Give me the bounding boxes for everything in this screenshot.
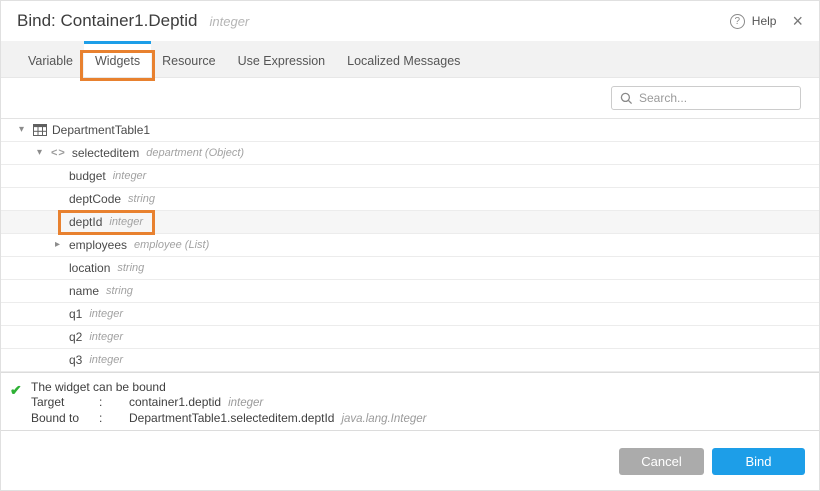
header-actions: ? Help × [730,14,803,29]
node-name: location [69,261,110,275]
status-label: Target [31,395,99,410]
table-icon [33,124,47,136]
tab-use-expression[interactable]: Use Expression [227,41,337,77]
tree-row-employees[interactable]: ▸employees employee (List) [1,234,819,257]
tree-row-deptId[interactable]: deptId integer [1,211,819,234]
search-toolbar [1,78,819,119]
status-row: Target:container1.deptid integer [31,395,819,411]
node-type: employee (List) [134,239,209,251]
node-name: deptCode [69,192,121,206]
node-type: integer [89,308,123,320]
binding-tree: ▾DepartmentTable1▾<>selecteditemdepartme… [1,119,819,372]
node-name: employees [69,238,127,252]
search-box[interactable] [611,86,801,110]
caret-down-icon[interactable]: ▾ [19,125,33,135]
node-name: q3 [69,353,82,367]
dialog-title: Bind: Container1.Deptid [17,11,198,31]
node-type: string [106,285,133,297]
search-input[interactable] [639,91,792,105]
tab-variable[interactable]: Variable [17,41,84,77]
tab-label: Widgets [95,54,140,68]
binding-status: ✔ The widget can be bound Target:contain… [1,372,819,430]
node-type: integer [109,216,143,228]
status-label: Bound to [31,411,99,426]
tab-localized-messages[interactable]: Localized Messages [336,41,471,77]
tab-resource[interactable]: Resource [151,41,227,77]
bind-dialog: Bind: Container1.Deptid integer ? Help ×… [0,0,820,491]
tab-bar: Variable Widgets Resource Use Expression Loc… [1,41,819,78]
node-name: DepartmentTable1 [52,123,150,137]
dialog-footer: Cancel Bind [1,430,819,491]
status-row: Bound to:DepartmentTable1.selecteditem.d… [31,411,819,427]
tab-label: Use Expression [238,54,326,68]
dialog-header: Bind: Container1.Deptid integer ? Help × [1,1,819,41]
node-name: q2 [69,330,82,344]
node-type: integer [89,354,123,366]
tree-row-DepartmentTable1[interactable]: ▾ DepartmentTable1 [1,119,819,142]
status-message: The widget can be bound [31,380,819,395]
status-colon: : [99,395,129,410]
node-type: string [117,262,144,274]
help-icon[interactable]: ? [730,14,745,29]
tree-row-selecteditem[interactable]: ▾<> selecteditem department (Object) [1,142,819,165]
node-type: integer [113,170,147,182]
node-name: name [69,284,99,298]
tab-label: Variable [28,54,73,68]
node-name: budget [69,169,106,183]
tree-row-name[interactable]: name string [1,280,819,303]
tree-row-budget[interactable]: budget integer [1,165,819,188]
tab-label: Resource [162,54,216,68]
caret-right-icon[interactable]: ▸ [55,240,69,250]
status-value: DepartmentTable1.selecteditem.deptId [129,411,334,426]
caret-down-icon[interactable]: ▾ [37,148,51,158]
status-rows: Target:container1.deptidintegerBound to:… [31,395,819,427]
dialog-title-type: integer [210,14,250,29]
status-value-type: integer [228,396,263,411]
close-icon[interactable]: × [792,14,803,28]
tab-widgets[interactable]: Widgets [84,41,151,77]
status-colon: : [99,411,129,426]
tree-row-deptCode[interactable]: deptCode string [1,188,819,211]
node-name: deptId [69,215,102,229]
cancel-button[interactable]: Cancel [619,448,704,475]
tree-row-q3[interactable]: q3 integer [1,349,819,372]
node-name: selecteditem [72,146,139,160]
check-icon: ✔ [10,382,22,399]
bind-button[interactable]: Bind [712,448,805,475]
help-link[interactable]: Help [752,14,777,28]
status-value: container1.deptid [129,395,221,410]
tree-row-q2[interactable]: q2 integer [1,326,819,349]
tree-row-location[interactable]: location string [1,257,819,280]
node-type: string [128,193,155,205]
status-value-type: java.lang.Integer [341,412,426,427]
search-icon [620,92,633,105]
node-type: department (Object) [146,147,244,159]
node-type: integer [89,331,123,343]
tree-row-q1[interactable]: q1 integer [1,303,819,326]
tab-label: Localized Messages [347,54,460,68]
node-name: q1 [69,307,82,321]
code-icon: <> [51,147,66,159]
